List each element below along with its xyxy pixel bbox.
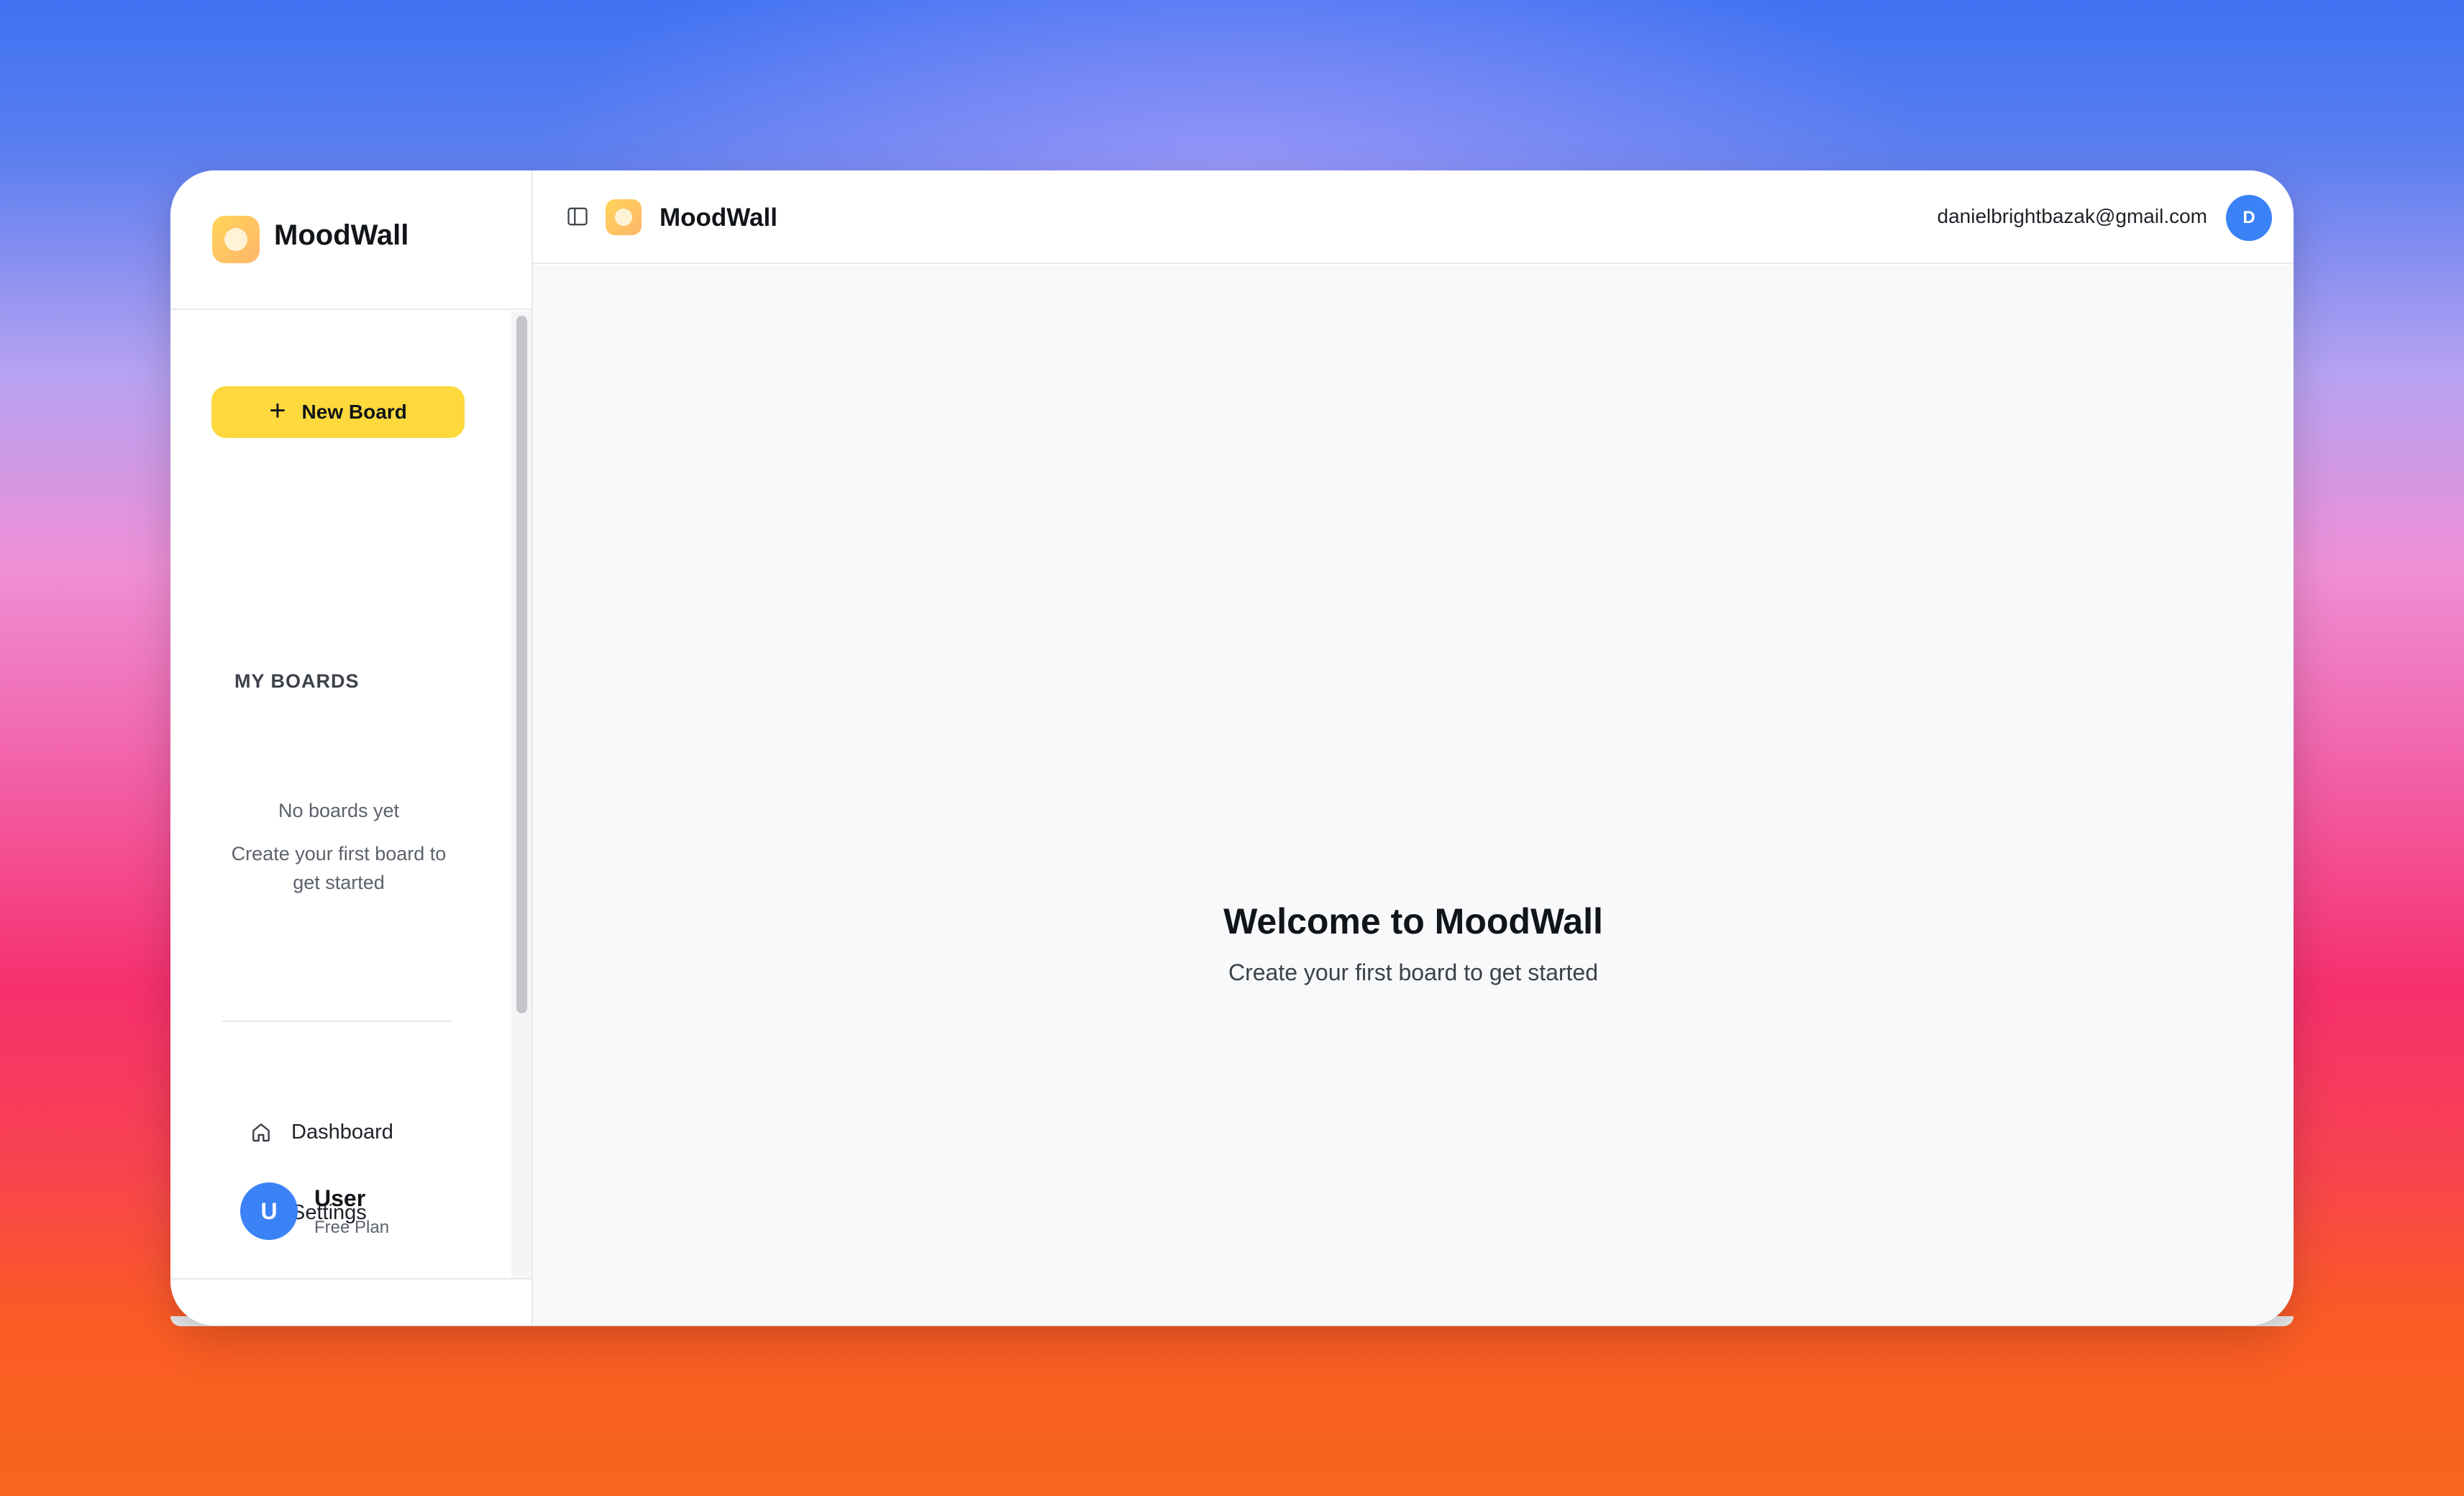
user-plan: Free Plan: [314, 1218, 390, 1237]
new-board-label: New Board: [301, 401, 407, 423]
sidebar: MoodWall + New Board MY BOARDS No boards…: [170, 170, 533, 1326]
user-avatar[interactable]: U: [240, 1182, 298, 1240]
sidebar-divider: [222, 1021, 452, 1022]
my-boards-heading: MY BOARDS: [234, 670, 360, 692]
new-board-button[interactable]: + New Board: [211, 386, 465, 438]
home-icon: [252, 1123, 270, 1142]
app-window: MoodWall + New Board MY BOARDS No boards…: [170, 170, 2294, 1326]
empty-boards-title: No boards yet: [278, 800, 400, 821]
main-content: Welcome to MoodWall Create your first bo…: [533, 265, 2294, 1326]
user-name: User: [314, 1185, 366, 1211]
sidebar-item-dashboard[interactable]: Dashboard: [250, 1110, 393, 1154]
plus-icon: +: [269, 395, 286, 427]
sidebar-app-title: MoodWall: [274, 219, 409, 251]
welcome-title: Welcome to MoodWall: [1223, 901, 1603, 941]
empty-boards-subtitle-text: Create your first board to get started: [231, 843, 447, 893]
sidebar-scrollbar-thumb[interactable]: [516, 316, 527, 1013]
sidebar-toggle-icon[interactable]: [567, 206, 588, 227]
empty-boards-subtitle: Create your first board to get started: [170, 839, 507, 897]
app-logo-icon: [606, 199, 642, 235]
account-avatar[interactable]: D: [2226, 195, 2272, 241]
sidebar-item-label: Dashboard: [291, 1120, 393, 1144]
topbar-app-title: MoodWall: [660, 204, 777, 232]
account-email: danielbrightbazak@gmail.com: [1937, 205, 2208, 227]
app-logo-icon: [212, 216, 260, 263]
sidebar-footer: [170, 1278, 531, 1326]
sidebar-header: MoodWall: [170, 170, 531, 310]
welcome-subtitle: Create your first board to get started: [1228, 959, 1599, 985]
top-bar: MoodWall danielbrightbazak@gmail.com D: [533, 170, 2294, 264]
